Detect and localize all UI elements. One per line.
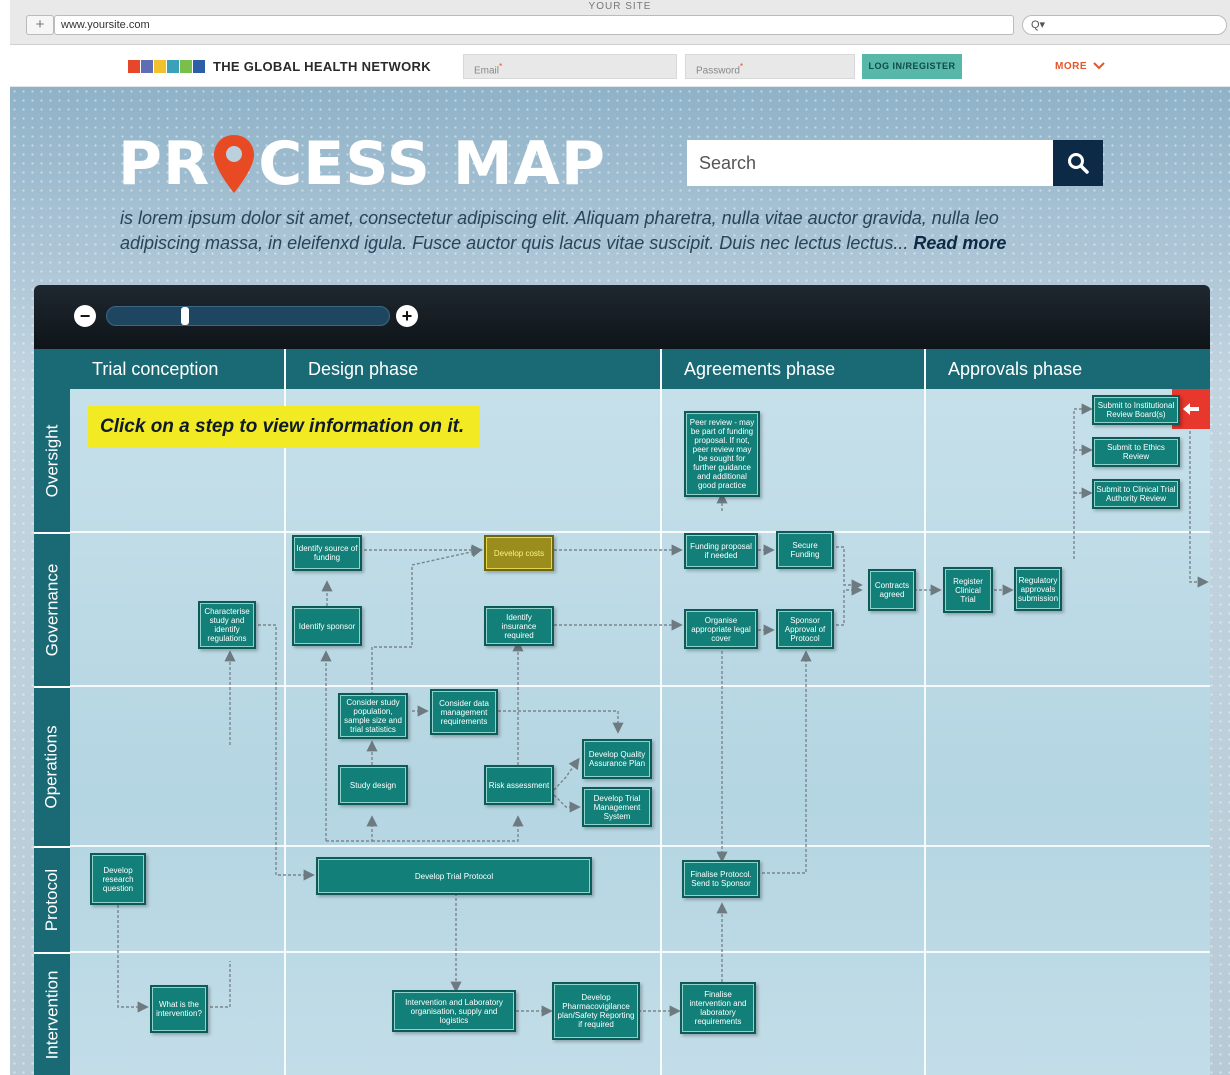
flow-connectors bbox=[117, 403, 1209, 1017]
step-submit-ethics[interactable]: Submit to Ethics Review bbox=[1092, 437, 1180, 467]
chevron-down-icon bbox=[1093, 62, 1105, 70]
arrow-left-icon bbox=[1183, 403, 1199, 415]
search-input[interactable]: Search bbox=[687, 140, 1053, 186]
password-placeholder: Password bbox=[696, 65, 740, 77]
login-register-button[interactable]: LOG IN/REGISTER bbox=[862, 54, 962, 79]
flag-swatch bbox=[154, 59, 166, 73]
step-submit-cta[interactable]: Submit to Clinical Trial Authority Revie… bbox=[1092, 479, 1180, 509]
new-tab-button[interactable]: + bbox=[26, 15, 54, 35]
flag-swatch bbox=[167, 59, 179, 73]
required-mark: * bbox=[499, 61, 503, 71]
step-regulatory-submission[interactable]: Regulatory approvals submission bbox=[1014, 567, 1062, 611]
search-icon bbox=[1068, 153, 1089, 174]
step-secure-funding[interactable]: Secure Funding bbox=[776, 531, 834, 569]
email-field[interactable]: Email* bbox=[463, 54, 677, 79]
step-intervention-lab[interactable]: Intervention and Laboratory organisation… bbox=[392, 990, 516, 1032]
step-contracts-agreed[interactable]: Contracts agreed bbox=[868, 569, 916, 611]
title-end: CESS MAP bbox=[258, 129, 606, 199]
brand-name: THE GLOBAL HEALTH NETWORK bbox=[213, 58, 431, 74]
step-identify-funding[interactable]: Identify source of funding bbox=[292, 535, 362, 571]
process-map-panel: − + Trial conception Design phase Agreem… bbox=[34, 285, 1210, 1075]
step-develop-question[interactable]: Develop research question bbox=[90, 853, 146, 905]
step-finalise-protocol[interactable]: Finalise Protocol. Send to Sponsor bbox=[682, 860, 760, 898]
intro-paragraph: is lorem ipsum dolor sit amet, consectet… bbox=[120, 206, 1070, 256]
step-funding-proposal[interactable]: Funding proposal if needed bbox=[684, 533, 758, 569]
site-logo[interactable]: THE GLOBAL HEALTH NETWORK bbox=[128, 58, 431, 74]
instruction-banner: Click on a step to view information on i… bbox=[88, 406, 480, 448]
step-develop-qa[interactable]: Develop Quality Assurance Plan bbox=[582, 739, 652, 779]
step-identify-insurance[interactable]: Identify insurance required bbox=[484, 606, 554, 646]
step-study-design[interactable]: Study design bbox=[338, 765, 408, 805]
window-title: YOUR SITE bbox=[588, 1, 652, 12]
flag-swatch bbox=[128, 59, 140, 73]
more-label: MORE bbox=[1055, 61, 1087, 72]
title-start: PR bbox=[118, 129, 211, 199]
more-menu-button[interactable]: MORE bbox=[1055, 61, 1105, 72]
email-placeholder: Email bbox=[474, 65, 500, 77]
hero-section: PR CESS MAP Search is lorem ipsum dolor … bbox=[10, 87, 1230, 1075]
flag-swatch bbox=[180, 59, 192, 73]
page-title: PR CESS MAP bbox=[118, 129, 606, 199]
search-button[interactable] bbox=[1053, 140, 1103, 186]
step-develop-pv[interactable]: Develop Pharmacovigilance plan/Safety Re… bbox=[552, 982, 640, 1040]
browser-toolbar: YOUR SITE + www.yoursite.com Q▾ bbox=[10, 0, 1230, 45]
flag-swatch bbox=[193, 59, 205, 73]
step-submit-irb[interactable]: Submit to Institutional Review Board(s) bbox=[1092, 395, 1180, 425]
step-register-trial[interactable]: Register Clinical Trial bbox=[943, 567, 993, 613]
step-develop-protocol[interactable]: Develop Trial Protocol bbox=[316, 857, 592, 895]
read-more-link[interactable]: Read more bbox=[913, 233, 1006, 253]
address-bar[interactable]: www.yoursite.com bbox=[54, 15, 1014, 35]
step-develop-tms[interactable]: Develop Trial Management System bbox=[582, 787, 652, 827]
step-consider-population[interactable]: Consider study population, sample size a… bbox=[338, 693, 408, 739]
browser-search-field[interactable]: Q▾ bbox=[1022, 15, 1227, 35]
logo-flags-icon bbox=[128, 59, 205, 73]
step-organise-legal[interactable]: Organise appropriate legal cover bbox=[684, 609, 758, 649]
site-header: THE GLOBAL HEALTH NETWORK Email* Passwor… bbox=[10, 45, 1230, 87]
password-field[interactable]: Password* bbox=[685, 54, 855, 79]
required-mark: * bbox=[739, 61, 744, 71]
step-characterise-study[interactable]: Characterise study and identify regulati… bbox=[198, 601, 256, 649]
step-finalise-intervention[interactable]: Finalise intervention and laboratory req… bbox=[680, 982, 756, 1034]
intro-text: is lorem ipsum dolor sit amet, consectet… bbox=[120, 208, 999, 253]
step-sponsor-approval[interactable]: Sponsor Approval of Protocol bbox=[776, 609, 834, 649]
step-develop-costs[interactable]: Develop costs bbox=[484, 535, 554, 571]
step-consider-data[interactable]: Consider data management requirements bbox=[430, 689, 498, 735]
step-identify-sponsor[interactable]: Identify sponsor bbox=[292, 606, 362, 646]
step-peer-review[interactable]: Peer review - may be part of funding pro… bbox=[684, 411, 760, 497]
step-risk-assessment[interactable]: Risk assessment bbox=[484, 765, 554, 805]
map-pin-icon bbox=[214, 135, 255, 193]
step-what-intervention[interactable]: What is the intervention? bbox=[150, 985, 208, 1033]
flag-swatch bbox=[141, 59, 153, 73]
